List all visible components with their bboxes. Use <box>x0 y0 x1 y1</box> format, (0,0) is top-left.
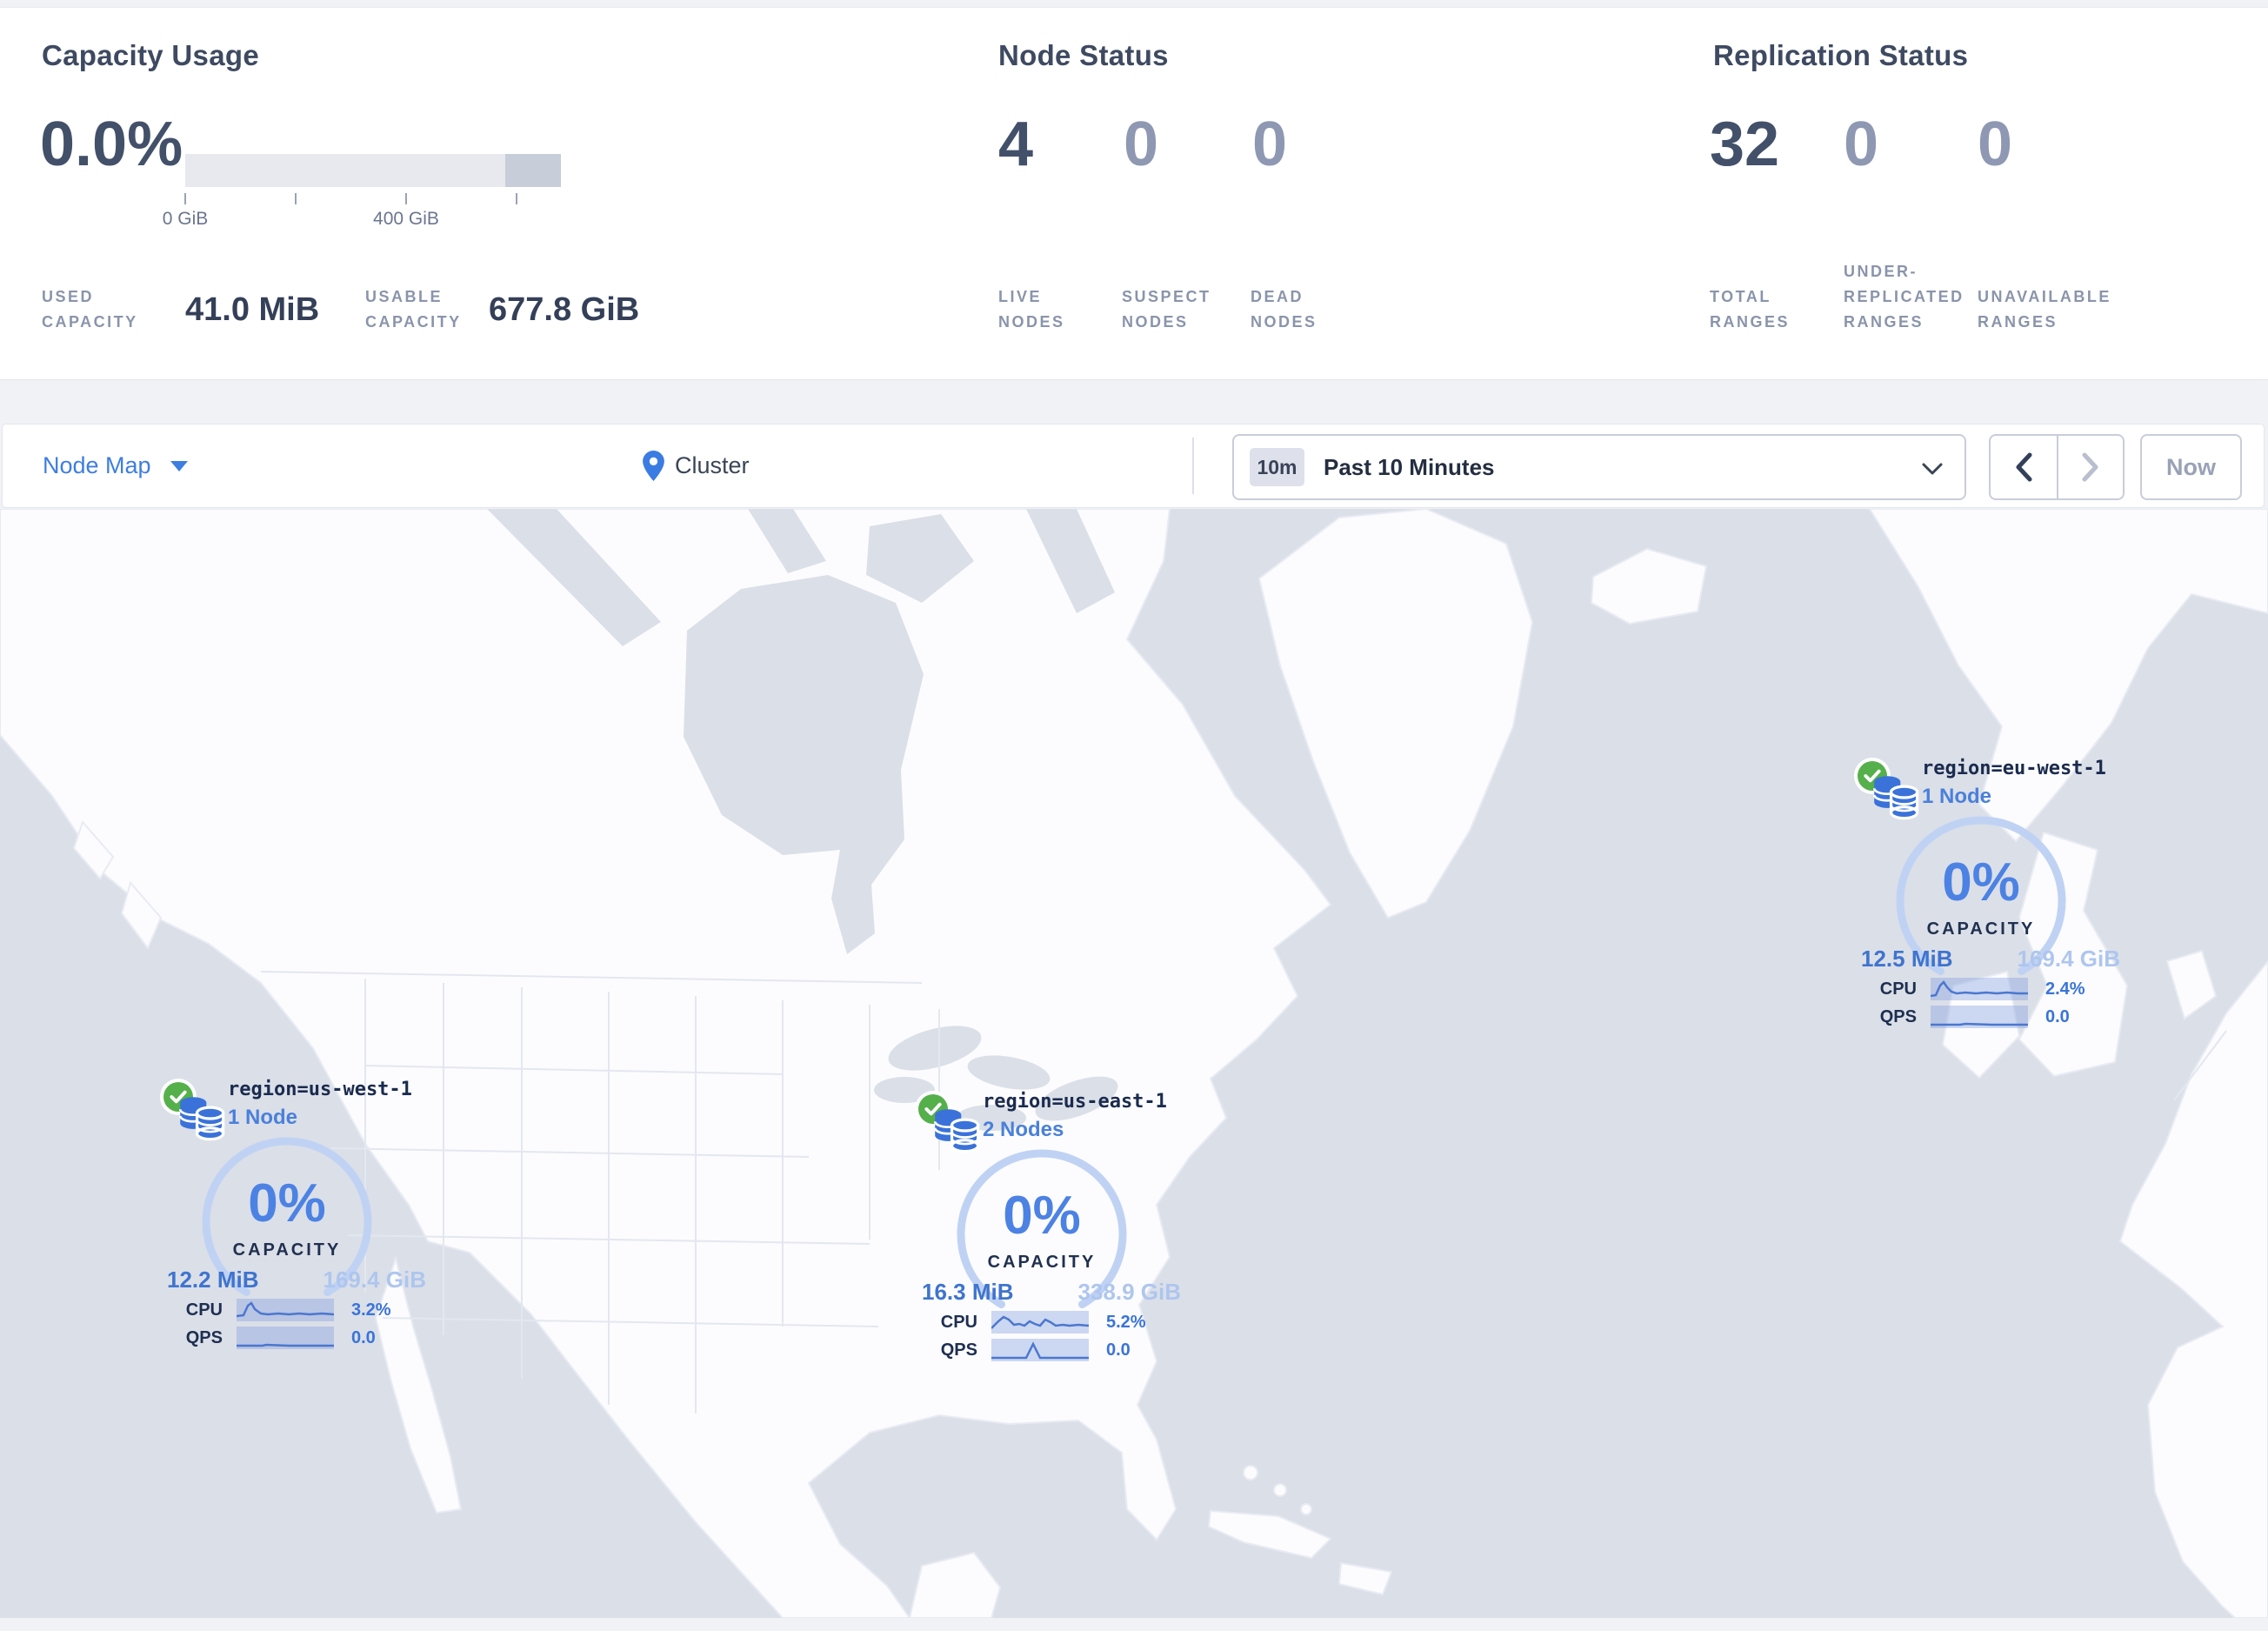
capacity-usage-title: Capacity Usage <box>42 39 259 71</box>
chevron-down-icon <box>1922 463 1943 475</box>
replication-status-title: Replication Status <box>1713 39 1969 71</box>
locality-marker-us-west-1[interactable]: region=us-west-1 1 Node 0% CAPACITY 12.2… <box>163 1077 433 1368</box>
chevron-down-icon <box>170 460 188 471</box>
capacity-bar-other-segment <box>505 154 561 187</box>
region-label: region=eu-west-1 <box>1922 758 2106 779</box>
usable-capacity: 169.4 GiB <box>2017 946 2120 972</box>
usable-capacity: 169.4 GiB <box>323 1267 426 1293</box>
capacity-axis-label-400: 400 GiB <box>373 209 439 229</box>
cpu-label: CPU <box>940 1312 977 1332</box>
dead-nodes-value: 0 <box>1252 110 1288 179</box>
time-forward-button[interactable] <box>2057 436 2123 498</box>
breadcrumb-cluster-label: Cluster <box>675 452 750 478</box>
used-capacity: 12.5 MiB <box>1861 946 1953 972</box>
qps-value: 0.0 <box>2045 1006 2070 1026</box>
region-label: region=us-east-1 <box>983 1091 1167 1113</box>
chevron-right-icon <box>2082 452 2098 482</box>
capacity-percent: 0% <box>1003 1186 1081 1246</box>
capacity-gauge-label: CAPACITY <box>987 1253 1097 1272</box>
cpu-sparkline <box>1930 978 2028 1000</box>
under-replicated-ranges-label: UNDER-REPLICATED RANGES <box>1844 263 1964 331</box>
node-count[interactable]: 2 Nodes <box>983 1118 1064 1142</box>
capacity-percent: 0% <box>248 1173 326 1233</box>
capacity-axis-tick <box>184 193 186 204</box>
used-capacity-label: USED CAPACITY <box>42 288 138 331</box>
node-map: region=us-west-1 1 Node 0% CAPACITY 12.2… <box>0 509 2268 1618</box>
time-range-badge: 10m <box>1250 448 1304 486</box>
cpu-value: 2.4% <box>2045 979 2085 999</box>
map-toolbar: Node Map Cluster 10m Past 10 Minutes Now <box>2 424 2265 508</box>
suspect-nodes-label: SUSPECT NODES <box>1122 288 1211 331</box>
time-back-button[interactable] <box>1991 436 2057 498</box>
used-capacity-value: 41.0 MiB <box>185 291 320 328</box>
locality-marker-eu-west-1[interactable]: region=eu-west-1 1 Node 0% CAPACITY 12.5… <box>1858 756 2127 1047</box>
capacity-percent: 0% <box>1942 852 2020 912</box>
world-map <box>0 509 2268 1618</box>
capacity-axis-label-0: 0 GiB <box>162 209 209 229</box>
qps-label: QPS <box>940 1340 977 1360</box>
time-range-label: Past 10 Minutes <box>1324 453 1495 480</box>
chevron-left-icon <box>2016 452 2032 482</box>
view-selector-dropdown[interactable]: Node Map <box>43 424 188 507</box>
qps-sparkline <box>237 1327 334 1349</box>
live-nodes-value: 4 <box>998 110 1034 179</box>
used-capacity: 12.2 MiB <box>167 1267 259 1293</box>
unavailable-ranges-label: UNAVAILABLE RANGES <box>1978 288 2111 331</box>
used-capacity: 16.3 MiB <box>922 1279 1014 1305</box>
node-count[interactable]: 1 Node <box>1922 785 1991 809</box>
cpu-sparkline <box>991 1311 1090 1334</box>
capacity-usage-percent: 0.0% <box>40 110 183 179</box>
map-pin-icon <box>643 451 664 481</box>
cpu-label: CPU <box>185 1300 223 1320</box>
qps-label: QPS <box>185 1327 223 1347</box>
capacity-gauge-label: CAPACITY <box>1926 919 2036 939</box>
cpu-value: 5.2% <box>1106 1312 1146 1332</box>
breadcrumb[interactable]: Cluster <box>643 424 750 507</box>
usable-capacity: 338.9 GiB <box>1077 1279 1181 1305</box>
usable-capacity-label: USABLE CAPACITY <box>365 288 462 331</box>
node-status-title: Node Status <box>998 39 1169 71</box>
capacity-axis-tick <box>295 193 297 204</box>
cpu-value: 3.2% <box>351 1300 391 1320</box>
qps-sparkline <box>991 1339 1089 1361</box>
unavailable-ranges-value: 0 <box>1978 110 2013 179</box>
qps-sparkline <box>1931 1006 2028 1028</box>
now-button[interactable]: Now <box>2140 434 2242 500</box>
capacity-axis-tick <box>405 193 407 204</box>
time-range-dropdown[interactable]: 10m Past 10 Minutes <box>1232 434 1966 500</box>
total-ranges-label: TOTAL RANGES <box>1710 288 1791 331</box>
locality-marker-us-east-1[interactable]: region=us-east-1 2 Nodes 0% CAPACITY 16.… <box>918 1089 1188 1380</box>
usable-capacity-value: 677.8 GiB <box>489 291 640 328</box>
time-nav-buttons <box>1989 434 2125 500</box>
region-label: region=us-west-1 <box>228 1079 412 1100</box>
qps-value: 0.0 <box>1106 1340 1131 1360</box>
qps-label: QPS <box>1879 1006 1917 1026</box>
qps-value: 0.0 <box>351 1327 376 1347</box>
total-ranges-value: 32 <box>1710 110 1780 179</box>
cluster-summary-panel: Capacity Usage 0.0% 0 GiB 400 GiB USED C… <box>0 7 2268 380</box>
live-nodes-label: LIVE NODES <box>998 288 1065 331</box>
cpu-sparkline <box>236 1299 335 1321</box>
dead-nodes-label: DEAD NODES <box>1251 288 1317 331</box>
toolbar-divider <box>1192 438 1194 494</box>
cpu-label: CPU <box>1879 979 1917 999</box>
suspect-nodes-value: 0 <box>1124 110 1159 179</box>
capacity-gauge-label: CAPACITY <box>232 1240 342 1260</box>
view-selector-label: Node Map <box>43 452 151 478</box>
under-replicated-ranges-value: 0 <box>1844 110 1879 179</box>
node-count[interactable]: 1 Node <box>228 1106 297 1130</box>
capacity-axis-tick <box>516 193 517 204</box>
capacity-usage-bar <box>185 154 561 187</box>
